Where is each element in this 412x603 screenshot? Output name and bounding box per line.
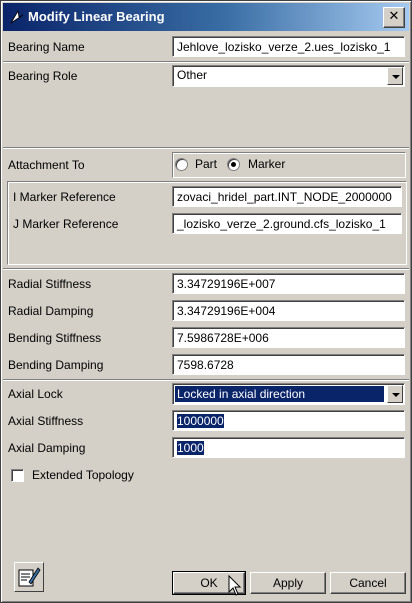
radio-marker-label: Marker	[248, 157, 286, 171]
bending-stiffness-field[interactable]: 7.5986728E+006	[172, 327, 405, 348]
axial-damping-label: Axial Damping	[8, 441, 86, 455]
radio-marker[interactable]	[227, 158, 240, 171]
j-marker-field[interactable]: _lozisko_verze_2.ground.cfs_lozisko_1	[172, 213, 402, 234]
bending-stiffness-label: Bending Stiffness	[8, 331, 102, 345]
radial-damping-field[interactable]: 3.34729196E+004	[172, 300, 405, 321]
bearing-role-select[interactable]: Other	[172, 65, 405, 87]
apply-button[interactable]: Apply	[250, 572, 326, 594]
attachment-to-label: Attachment To	[8, 158, 85, 172]
separator	[3, 379, 409, 381]
bending-damping-label: Bending Damping	[8, 358, 104, 372]
mouse-cursor-icon	[228, 575, 242, 596]
app-cursor-icon	[10, 9, 24, 24]
edit-notes-icon	[18, 567, 41, 587]
axial-lock-label: Axial Lock	[8, 387, 63, 401]
radio-part-label: Part	[195, 157, 218, 171]
radial-stiffness-label: Radial Stiffness	[8, 277, 92, 291]
axial-lock-select[interactable]: Locked in axial direction	[172, 383, 405, 405]
radial-damping-label: Radial Damping	[8, 304, 94, 318]
radio-part[interactable]	[175, 158, 188, 171]
extended-topology-checkbox[interactable]	[11, 469, 24, 482]
bearing-role-label: Bearing Role	[8, 69, 78, 83]
bearing-name-label: Bearing Name	[8, 40, 85, 54]
bending-damping-field[interactable]: 7598.6728	[172, 354, 405, 375]
i-marker-label: I Marker Reference	[13, 190, 116, 204]
separator	[3, 268, 409, 270]
chevron-down-icon[interactable]	[387, 385, 403, 403]
window-title: Modify Linear Bearing	[28, 9, 165, 24]
extended-topology-label: Extended Topology	[32, 468, 134, 482]
edit-notes-button[interactable]	[14, 562, 44, 592]
radial-stiffness-field[interactable]: 3.34729196E+007	[172, 273, 405, 294]
dialog-window: Modify Linear Bearing ✕ Bearing Name Jeh…	[0, 0, 412, 603]
j-marker-label: J Marker Reference	[13, 217, 119, 231]
separator	[3, 147, 409, 149]
axial-stiffness-field[interactable]: 1000000	[172, 410, 405, 431]
bearing-name-field[interactable]: Jehlove_lozisko_verze_2.ues_lozisko_1	[172, 36, 405, 57]
i-marker-field[interactable]: zovaci_hridel_part.INT_NODE_2000000	[172, 186, 402, 207]
close-button[interactable]: ✕	[383, 7, 405, 28]
axial-stiffness-label: Axial Stiffness	[8, 414, 84, 428]
cancel-button[interactable]: Cancel	[330, 572, 406, 594]
chevron-down-icon[interactable]	[387, 67, 403, 85]
axial-damping-field[interactable]: 1000	[172, 437, 405, 458]
separator	[3, 61, 409, 63]
attachment-radio-group: Part Marker	[172, 152, 406, 178]
title-bar[interactable]: Modify Linear Bearing ✕	[3, 3, 409, 31]
